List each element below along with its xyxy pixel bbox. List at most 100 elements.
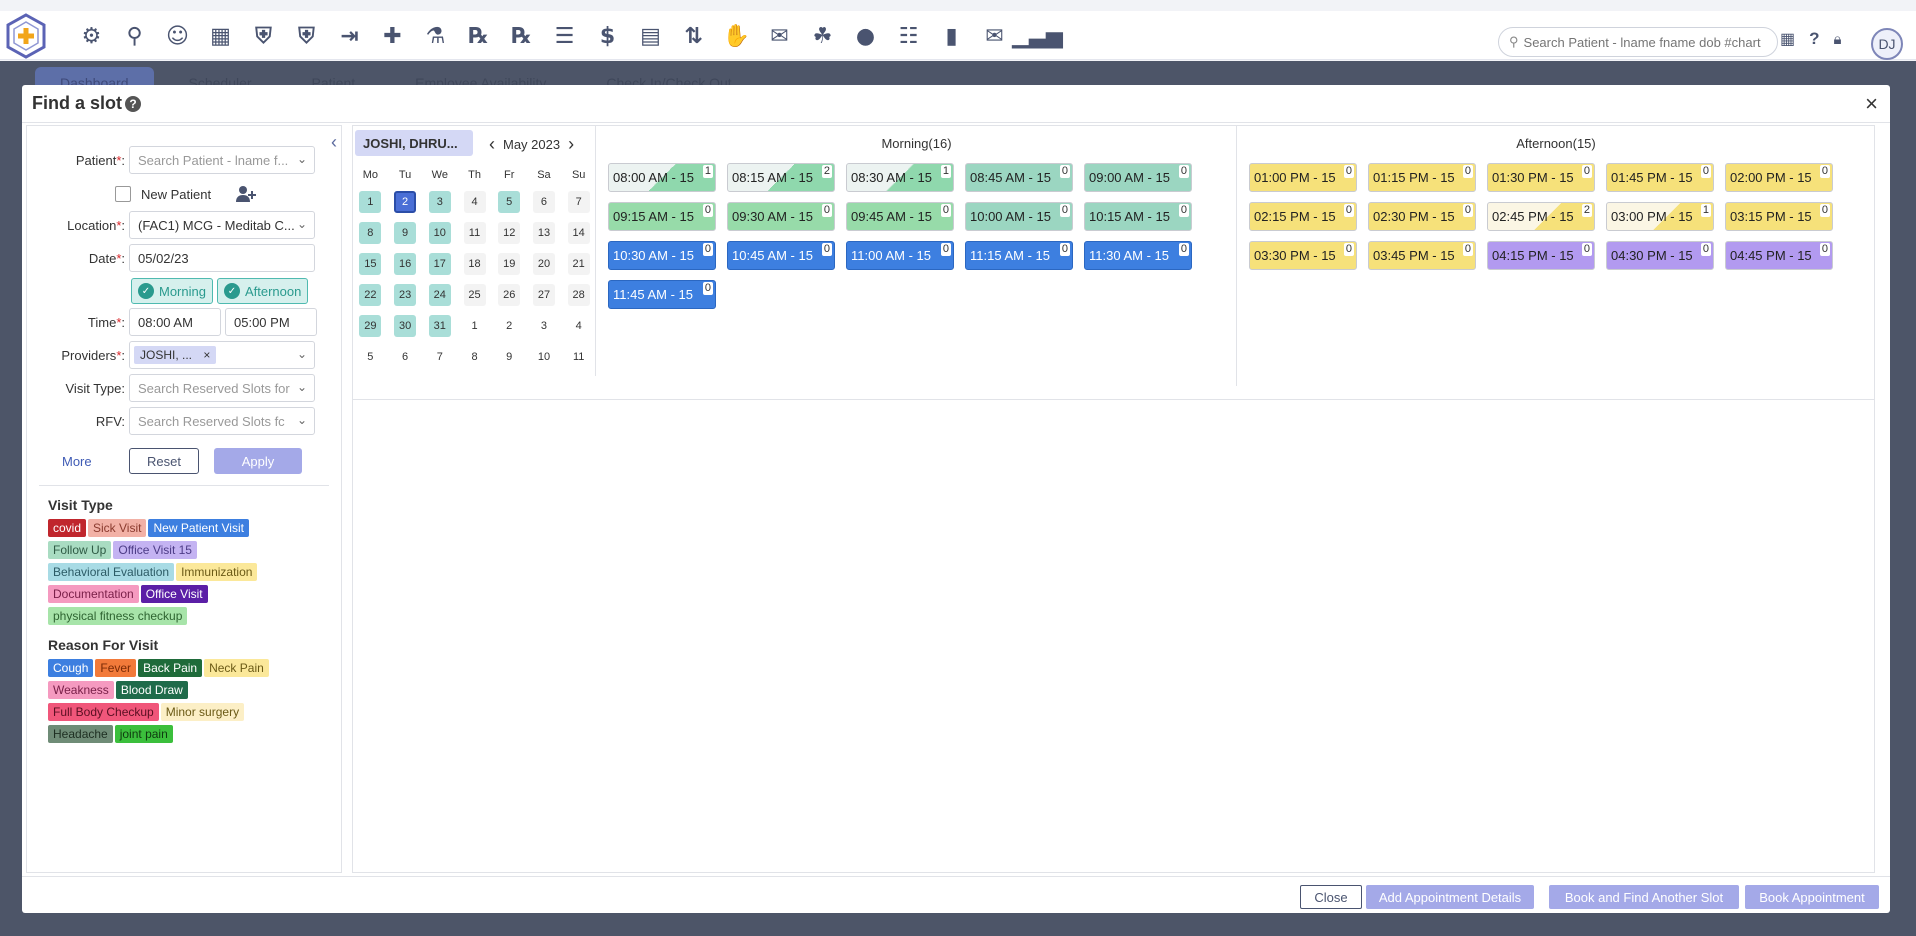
user-icon[interactable]: ☺ xyxy=(156,23,199,49)
time-slot[interactable]: 01:45 PM - 15 0 xyxy=(1606,163,1714,192)
hands-dollar-icon[interactable]: ☘ xyxy=(801,23,844,49)
calendar-day[interactable]: 22 xyxy=(353,279,388,310)
dollar-icon[interactable]: $ xyxy=(586,23,629,49)
app-logo[interactable] xyxy=(4,13,48,59)
calendar-day[interactable]: 5 xyxy=(353,341,388,372)
time-slot[interactable]: 03:45 PM - 15 0 xyxy=(1368,241,1476,270)
calendar-day[interactable]: 28 xyxy=(561,279,596,310)
add-appointment-details-button[interactable]: Add Appointment Details xyxy=(1366,885,1534,909)
provider-tab[interactable]: JOSHI, DHRU... xyxy=(355,130,473,156)
calendar-day[interactable]: 1 xyxy=(353,186,388,217)
time-from-input[interactable]: 08:00 AM xyxy=(129,308,221,336)
user-shield-icon[interactable]: ⛨ xyxy=(242,23,285,49)
time-slot[interactable]: 03:15 PM - 15 0 xyxy=(1725,202,1833,231)
rx-refill-icon[interactable]: ℞ xyxy=(500,23,543,49)
time-slot[interactable]: 02:30 PM - 15 0 xyxy=(1368,202,1476,231)
time-slot[interactable]: 04:15 PM - 15 0 xyxy=(1487,241,1595,270)
time-slot[interactable]: 11:00 AM - 15 0 xyxy=(846,241,954,270)
hand-money-icon[interactable]: ✋ xyxy=(715,23,758,49)
clipboard-plus-icon[interactable]: ✚ xyxy=(371,23,414,49)
time-slot[interactable]: 02:00 PM - 15 0 xyxy=(1725,163,1833,192)
time-slot[interactable]: 04:30 PM - 15 0 xyxy=(1606,241,1714,270)
calendar-day[interactable]: 8 xyxy=(353,217,388,248)
calendar-day[interactable]: 18 xyxy=(457,248,492,279)
analytics-icon[interactable]: ▁▃▅ xyxy=(1012,23,1063,49)
calendar-icon[interactable]: ▦ xyxy=(199,23,242,49)
close-icon[interactable]: × xyxy=(1865,91,1878,117)
book-and-find-another-slot-button[interactable]: Book and Find Another Slot xyxy=(1549,885,1739,909)
calendar-day[interactable]: 27 xyxy=(527,279,562,310)
apply-button[interactable]: Apply xyxy=(214,448,302,474)
time-slot[interactable]: 10:00 AM - 15 0 xyxy=(965,202,1073,231)
date-input[interactable]: 05/02/23 xyxy=(129,244,315,272)
book-appointment-button[interactable]: Book Appointment xyxy=(1745,885,1879,909)
rfv-select[interactable]: Search Reserved Slots fc ⌄ xyxy=(129,407,315,435)
calendar-day[interactable]: 11 xyxy=(561,341,596,372)
time-slot[interactable]: 11:15 AM - 15 0 xyxy=(965,241,1073,270)
document-icon[interactable]: ☰ xyxy=(543,23,586,49)
calendar-day[interactable]: 14 xyxy=(561,217,596,248)
book-icon[interactable]: ▮ xyxy=(930,23,973,49)
money-bag-icon[interactable]: ● xyxy=(844,23,887,49)
patient-search-input[interactable] xyxy=(1523,34,1764,50)
search-icon[interactable]: ⚲ xyxy=(113,23,156,49)
calendar-day[interactable]: 29 xyxy=(353,310,388,341)
time-slot[interactable]: 09:45 AM - 15 0 xyxy=(846,202,954,231)
calendar-day[interactable]: 7 xyxy=(422,341,457,372)
envelope-dollar-icon[interactable]: ✉ xyxy=(758,23,801,49)
time-to-input[interactable]: 05:00 PM xyxy=(225,308,317,336)
calendar-day[interactable]: 19 xyxy=(492,248,527,279)
calendar-day[interactable]: 4 xyxy=(561,310,596,341)
time-slot[interactable]: 10:45 AM - 15 0 xyxy=(727,241,835,270)
calendar-day[interactable]: 31 xyxy=(422,310,457,341)
calendar-day[interactable]: 25 xyxy=(457,279,492,310)
gear-icon[interactable]: ⚙ xyxy=(70,23,113,49)
time-slot[interactable]: 08:15 AM - 15 2 xyxy=(727,163,835,192)
calendar-day[interactable]: 6 xyxy=(388,341,423,372)
calendar-day[interactable]: 30 xyxy=(388,310,423,341)
chevron-left-icon[interactable]: ‹ xyxy=(489,134,495,155)
time-slot[interactable]: 02:15 PM - 15 0 xyxy=(1249,202,1357,231)
time-slot[interactable]: 03:00 PM - 15 1 xyxy=(1606,202,1714,231)
time-slot[interactable]: 11:45 AM - 15 0 xyxy=(608,280,716,309)
time-slot[interactable]: 08:00 AM - 15 1 xyxy=(608,163,716,192)
time-slot[interactable]: 10:30 AM - 15 0 xyxy=(608,241,716,270)
visit-type-select[interactable]: Search Reserved Slots for ⌄ xyxy=(129,374,315,402)
calendar-day[interactable]: 23 xyxy=(388,279,423,310)
time-slot[interactable]: 09:30 AM - 15 0 xyxy=(727,202,835,231)
patient-select[interactable]: Search Patient - lname f... ⌄ xyxy=(129,146,315,174)
location-select[interactable]: (FAC1) MCG - Meditab C... ⌄ xyxy=(129,211,315,239)
dollar-exchange-icon[interactable]: ⇅ xyxy=(672,23,715,49)
chevron-right-icon[interactable]: › xyxy=(568,134,574,155)
calendar-day[interactable]: 8 xyxy=(457,341,492,372)
afternoon-toggle[interactable]: ✓ Afternoon xyxy=(216,278,309,304)
calendar-day[interactable]: 5 xyxy=(492,186,527,217)
ledger-icon[interactable]: ☷ xyxy=(887,23,930,49)
calendar-day[interactable]: 3 xyxy=(527,310,562,341)
calendar-day[interactable]: 9 xyxy=(388,217,423,248)
calendar-day[interactable]: 10 xyxy=(422,217,457,248)
time-slot[interactable]: 02:45 PM - 15 2 xyxy=(1487,202,1595,231)
user-avatar[interactable]: DJ xyxy=(1871,28,1903,60)
providers-select[interactable]: JOSHI, ... × ⌄ xyxy=(129,341,315,369)
calendar-icon[interactable]: ▦ xyxy=(1780,29,1795,49)
calendar-day[interactable]: 9 xyxy=(492,341,527,372)
calendar-day[interactable]: 10 xyxy=(527,341,562,372)
time-slot[interactable]: 11:30 AM - 15 0 xyxy=(1084,241,1192,270)
patient-search-box[interactable]: ⚲ xyxy=(1498,27,1778,57)
time-slot[interactable]: 09:15 AM - 15 0 xyxy=(608,202,716,231)
flask-icon[interactable]: ⚗ xyxy=(414,23,457,49)
inbox-icon[interactable]: ✉ xyxy=(973,23,1016,49)
time-slot[interactable]: 09:00 AM - 15 0 xyxy=(1084,163,1192,192)
calendar-day[interactable]: 11 xyxy=(457,217,492,248)
calendar-day-selected[interactable]: 2 xyxy=(388,186,423,217)
calendar-day[interactable]: 1 xyxy=(457,310,492,341)
help-icon[interactable]: ? xyxy=(1809,29,1819,49)
help-icon[interactable]: ? xyxy=(125,95,141,112)
time-slot[interactable]: 03:30 PM - 15 0 xyxy=(1249,241,1357,270)
time-slot[interactable]: 01:30 PM - 15 0 xyxy=(1487,163,1595,192)
close-button[interactable]: Close xyxy=(1300,885,1362,909)
time-slot[interactable]: 08:30 AM - 15 1 xyxy=(846,163,954,192)
sign-in-icon[interactable]: ⇥ xyxy=(328,23,371,49)
time-slot[interactable]: 01:15 PM - 15 0 xyxy=(1368,163,1476,192)
